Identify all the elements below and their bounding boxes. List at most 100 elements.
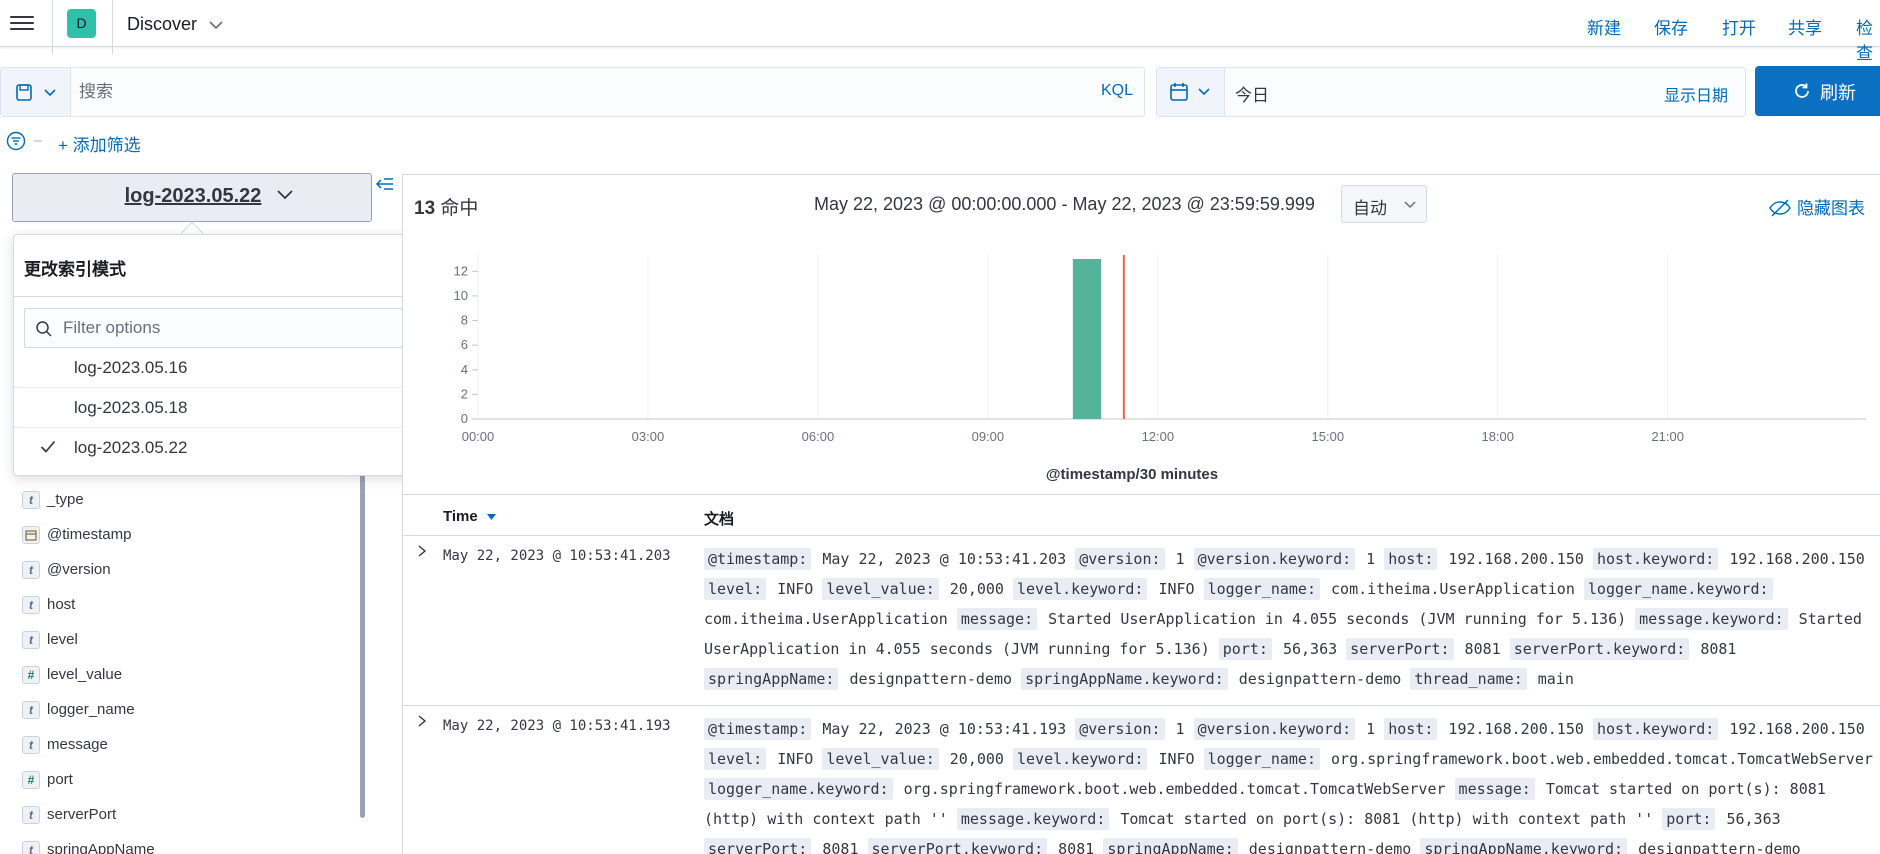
chevron-down-icon xyxy=(1404,201,1416,209)
histogram-chart: 00:00 03:00 06:00 09:00 12:00 15:00 18:00 21:00… xyxy=(454,255,1866,483)
search-icon xyxy=(36,321,52,337)
table-row[interactable]: May 22, 2023 @ 10:53:41.203 @timestamp: … xyxy=(402,536,1880,706)
field-value: INFO xyxy=(1149,750,1204,768)
chevron-right-icon[interactable] xyxy=(416,544,428,558)
field-key: level_value: xyxy=(822,748,939,770)
date-type-icon xyxy=(22,526,40,544)
share-link[interactable]: 共享 xyxy=(1788,14,1822,39)
field-key: logger_name: xyxy=(1203,748,1320,770)
field-value: com.itheima.UserApplication xyxy=(704,610,957,628)
field-value: designpattern-demo xyxy=(1239,840,1421,854)
field-value: May 22, 2023 @ 10:53:41.203 xyxy=(813,550,1076,568)
field-key: @timestamp: xyxy=(704,718,812,740)
time-range-text: May 22, 2023 @ 00:00:00.000 - May 22, 20… xyxy=(814,194,1315,214)
search-input[interactable] xyxy=(79,78,1019,106)
show-dates-link[interactable]: 显示日期 xyxy=(1664,82,1728,106)
x-tick-label: 03:00 xyxy=(632,429,665,444)
field-key: springAppName: xyxy=(1103,838,1238,854)
interval-select[interactable]: 自动 xyxy=(1341,185,1427,223)
y-tick-label: 6 xyxy=(461,337,468,352)
field-key: message: xyxy=(956,608,1038,630)
kql-button[interactable]: KQL xyxy=(1101,82,1133,100)
space-avatar[interactable]: D xyxy=(67,9,96,38)
quick-menu-button[interactable] xyxy=(1157,68,1225,116)
field-name: port xyxy=(47,771,73,788)
filter-icon[interactable] xyxy=(6,131,46,151)
field-key: level_value: xyxy=(822,578,939,600)
field-key: logger_name: xyxy=(1203,578,1320,600)
app-title[interactable]: Discover xyxy=(127,14,223,35)
field-value: org.springframework.boot.web.embedded.to… xyxy=(1322,750,1873,768)
saved-query-button[interactable] xyxy=(1,68,71,116)
field-key: logger_name.keyword: xyxy=(1583,578,1773,600)
field-key: springAppName: xyxy=(704,668,839,690)
field-value: 8081 xyxy=(813,840,868,854)
time-picker: 今日 显示日期 xyxy=(1156,67,1746,117)
chevron-down-icon xyxy=(277,190,293,200)
menu-icon[interactable] xyxy=(10,12,34,34)
chevron-right-icon[interactable] xyxy=(416,714,428,728)
index-pattern-button[interactable]: log-2023.05.22 xyxy=(12,173,372,222)
field-key: port: xyxy=(1218,638,1272,660)
field-key: level.keyword: xyxy=(1013,578,1148,600)
field-value: designpattern-demo xyxy=(1629,840,1801,854)
field-value: 20,000 xyxy=(940,750,1013,768)
table-row[interactable]: May 22, 2023 @ 10:53:41.193 @timestamp: … xyxy=(402,706,1880,854)
field-value: 192.168.200.150 xyxy=(1439,720,1593,738)
histogram-bar xyxy=(1072,259,1102,419)
index-option[interactable]: log-2023.05.18 xyxy=(14,388,433,428)
field-name: level_value xyxy=(47,666,123,683)
field-name: @timestamp xyxy=(47,526,132,543)
field-key: level.keyword: xyxy=(1013,748,1148,770)
field-value: 192.168.200.150 xyxy=(1720,550,1865,568)
x-tick-label: 06:00 xyxy=(802,429,835,444)
field-value: 1 xyxy=(1166,720,1194,738)
field-name: level xyxy=(47,631,78,648)
field-key: @version: xyxy=(1075,548,1165,570)
query-bar: KQL xyxy=(0,67,1145,117)
hide-chart-label: 隐藏图表 xyxy=(1797,199,1865,218)
filter-options-input[interactable] xyxy=(63,317,413,339)
y-tick-label: 0 xyxy=(461,411,468,426)
open-link[interactable]: 打开 xyxy=(1722,14,1756,39)
time-column-header[interactable]: Time xyxy=(443,508,496,525)
new-link[interactable]: 新建 xyxy=(1587,14,1621,39)
field-key: host: xyxy=(1384,548,1438,570)
index-pattern-popover: 更改索引模式 log-2023.05.16 log-2023.05.18 log… xyxy=(13,234,434,476)
inspect-link[interactable]: 检查 xyxy=(1856,14,1880,64)
interval-value: 自动 xyxy=(1353,199,1387,218)
field-name: @version xyxy=(47,561,111,578)
string-type-icon: t xyxy=(22,596,40,614)
save-link[interactable]: 保存 xyxy=(1654,14,1688,39)
field-key: @version.keyword: xyxy=(1193,548,1356,570)
field-name: springAppName xyxy=(47,841,155,854)
field-value: 1 xyxy=(1357,550,1385,568)
popover-title: 更改索引模式 xyxy=(24,260,126,279)
field-key: logger_name.keyword: xyxy=(704,778,893,800)
field-value: 8081 xyxy=(1049,840,1104,854)
hide-chart-button[interactable]: 隐藏图表 xyxy=(1769,194,1865,219)
field-key: @version.keyword: xyxy=(1193,718,1356,740)
filter-options-field xyxy=(24,308,423,348)
refresh-button[interactable]: 刷新 xyxy=(1755,66,1880,116)
popover-divider xyxy=(14,296,433,297)
field-key: @version: xyxy=(1075,718,1165,740)
index-option-selected[interactable]: log-2023.05.22 xyxy=(14,428,433,468)
field-value: Tomcat started on port(s): 8081 (http) w… xyxy=(1111,810,1663,828)
field-key: level: xyxy=(704,578,767,600)
y-tick-label: 2 xyxy=(461,386,468,401)
sidebar-scrollbar[interactable] xyxy=(360,460,365,818)
field-key: host.keyword: xyxy=(1592,548,1719,570)
check-icon xyxy=(40,440,56,453)
index-option[interactable]: log-2023.05.16 xyxy=(14,348,433,388)
string-type-icon: t xyxy=(22,841,40,854)
field-value: 20,000 xyxy=(940,580,1013,598)
row-document: @timestamp: May 22, 2023 @ 10:53:41.193 … xyxy=(704,714,1879,854)
field-value: designpattern-demo xyxy=(1229,670,1411,688)
time-value[interactable]: 今日 xyxy=(1235,81,1269,106)
field-key: host.keyword: xyxy=(1592,718,1719,740)
add-filter-link[interactable]: + 添加筛选 xyxy=(58,131,141,156)
field-key: host: xyxy=(1384,718,1438,740)
field-key: port: xyxy=(1662,808,1716,830)
collapse-sidebar-icon[interactable] xyxy=(375,176,395,194)
